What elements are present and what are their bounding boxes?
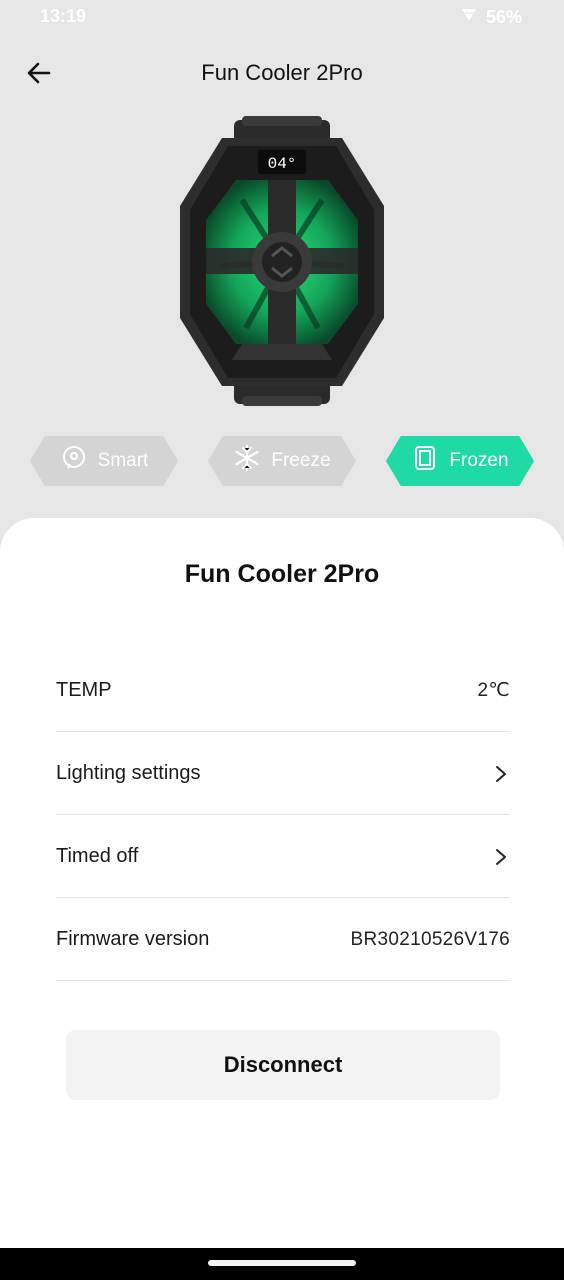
mode-selector: Smart Freeze Frozen bbox=[0, 436, 564, 488]
frozen-icon bbox=[411, 444, 439, 478]
home-indicator[interactable] bbox=[208, 1260, 356, 1266]
firmware-version-label: Firmware version bbox=[56, 928, 210, 950]
navigation-bar bbox=[0, 1248, 564, 1280]
lighting-settings-label: Lighting settings bbox=[56, 762, 201, 784]
device-display-text: 04° bbox=[268, 155, 297, 173]
firmware-version-row: Firmware version BR30210526V176 bbox=[56, 899, 510, 981]
wifi-icon bbox=[460, 6, 478, 29]
firmware-version-value: BR30210526V176 bbox=[350, 928, 510, 950]
mode-smart-label: Smart bbox=[97, 450, 149, 471]
timed-off-label: Timed off bbox=[56, 845, 139, 867]
status-bar: 13:19 56% bbox=[0, 0, 564, 34]
device-image: 04° bbox=[180, 116, 384, 406]
temp-row: TEMP 2℃ bbox=[56, 650, 510, 732]
temp-label: TEMP bbox=[56, 679, 112, 701]
sheet-title: Fun Cooler 2Pro bbox=[184, 560, 380, 588]
snowflake-icon bbox=[233, 444, 261, 478]
app-header: Fun Cooler 2Pro bbox=[0, 44, 564, 100]
page-title: Fun Cooler 2Pro bbox=[201, 60, 363, 85]
device-settings-sheet: Fun Cooler 2Pro TEMP 2℃ Lighting setting… bbox=[0, 518, 564, 1248]
screen: 13:19 56% Fun Cooler 2Pro 04° Smart Free… bbox=[0, 0, 564, 1248]
smart-icon bbox=[60, 444, 88, 478]
mode-smart-button[interactable]: Smart bbox=[30, 436, 178, 486]
disconnect-button[interactable]: Disconnect bbox=[66, 1030, 500, 1100]
battery-level: 56% bbox=[485, 7, 522, 27]
status-time: 13:19 bbox=[40, 6, 87, 26]
mode-freeze-button[interactable]: Freeze bbox=[208, 436, 356, 486]
mode-freeze-label: Freeze bbox=[271, 450, 331, 471]
mode-frozen-label: Frozen bbox=[449, 450, 509, 471]
lighting-settings-row[interactable]: Lighting settings bbox=[56, 733, 510, 815]
chevron-right-icon bbox=[492, 848, 510, 866]
temp-value: 2℃ bbox=[477, 680, 510, 701]
timed-off-row[interactable]: Timed off bbox=[56, 816, 510, 898]
status-icons: 56% bbox=[460, 6, 522, 29]
mode-frozen-button[interactable]: Frozen bbox=[386, 436, 534, 486]
chevron-right-icon bbox=[492, 765, 510, 783]
